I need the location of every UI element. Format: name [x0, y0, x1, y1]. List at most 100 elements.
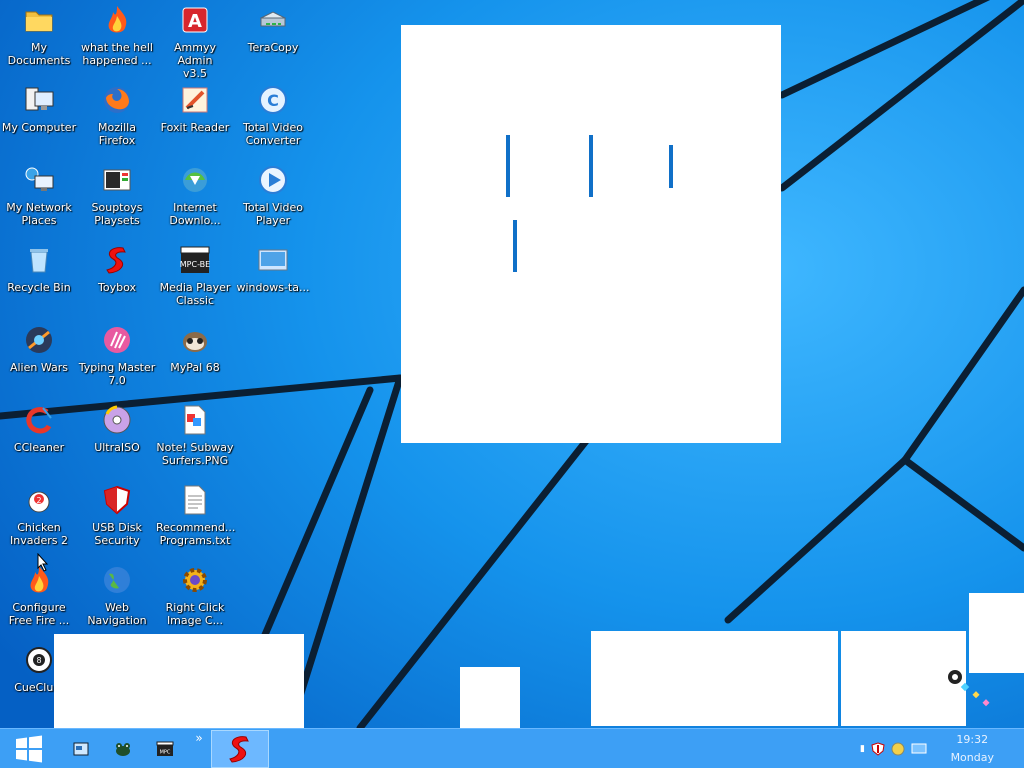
frog-icon [116, 743, 130, 756]
desktop-icon[interactable]: Souptoys Playsets [78, 162, 156, 238]
clock-time: 19:32 [956, 733, 989, 746]
taskbar-pinned-window[interactable] [66, 729, 96, 768]
desktop-icon[interactable]: UltraISO [78, 402, 156, 478]
desktop-icon[interactable]: windows-ta... [234, 242, 312, 318]
desktop-icon[interactable]: Recycle Bin [0, 242, 78, 318]
tray-shield-icon[interactable] [871, 742, 885, 756]
alien-wars-icon [23, 324, 55, 356]
chicken-icon: 2 [23, 484, 55, 516]
desktop-icon[interactable]: C Total Video Converter [234, 82, 312, 158]
desktop-icon-label: Alien Wars [9, 361, 69, 374]
foxit-icon [179, 84, 211, 116]
taskbar-clock[interactable]: 19:32 Monday [951, 731, 994, 767]
fire-icon [101, 4, 133, 36]
desktop-icon[interactable]: USB Disk Security [78, 482, 156, 558]
tray-expand-arrow-icon[interactable]: ▮ [860, 744, 865, 754]
desktop-icon[interactable]: Mozilla Firefox [78, 82, 156, 158]
desktop-icon[interactable]: Typing Master 7.0 [78, 322, 156, 398]
desktop-icon-label: Chicken Invaders 2 [10, 521, 68, 547]
desktop-icon-label: Configure Free Fire ... [8, 601, 70, 627]
ccleaner-icon [23, 404, 55, 436]
desktop-icon[interactable]: Total Video Player [234, 162, 312, 238]
desktop-icon-label: Souptoys Playsets [91, 201, 143, 227]
taskbar-pinned-frog[interactable] [108, 729, 138, 768]
mypal-icon [179, 324, 211, 356]
desktop-icon[interactable]: MPC-BE Media Player Classic [156, 242, 234, 318]
desktop-icon-label: CCleaner [13, 441, 65, 454]
desktop-icon-label: My Computer [1, 121, 77, 134]
desktop-icon[interactable]: Toybox [78, 242, 156, 318]
idm-icon [179, 164, 211, 196]
taskbar-pinned-mpc[interactable]: MPC [150, 729, 180, 768]
tray-monitor-icon[interactable] [911, 742, 927, 756]
network-icon [23, 164, 55, 196]
gear-icon [179, 564, 211, 596]
desktop-icon[interactable]: MyPal 68 [156, 322, 234, 398]
desktop-icon-label: windows-ta... [236, 281, 310, 294]
svg-text:MPC-BE: MPC-BE [180, 260, 210, 269]
svg-text:8: 8 [36, 656, 41, 665]
desktop-icon[interactable]: Internet Downlo... [156, 162, 234, 238]
video-converter-icon: C [257, 84, 289, 116]
desktop-icon[interactable]: Recommend... Programs.txt [156, 482, 236, 558]
desktop-icon[interactable]: A Ammyy Admin v3.5 [156, 2, 234, 80]
desktop-icon-label: USB Disk Security [92, 521, 142, 547]
desktop-icon-label: Recommend... Programs.txt [156, 521, 236, 547]
toybox-icon [101, 244, 133, 276]
desktop-icon-label: Media Player Classic [159, 281, 231, 307]
desktop-icon[interactable]: Configure Free Fire ... [0, 562, 78, 638]
computer-icon [23, 84, 55, 116]
desktop-icon-label: My Documents [7, 41, 71, 67]
desktop-icon[interactable]: 2 Chicken Invaders 2 [0, 482, 78, 558]
mouse-cursor-icon [37, 553, 49, 572]
desktop-icon[interactable]: CCleaner [0, 402, 78, 478]
teracopy-icon [257, 4, 289, 36]
tray-smiley-icon[interactable] [891, 742, 905, 756]
desktop-icon[interactable]: Note! Subway Surfers.PNG [156, 402, 234, 478]
desktop-icon[interactable]: Foxit Reader [156, 82, 234, 158]
desktop-icon[interactable]: what the hell happened ... [78, 2, 156, 78]
blank-panel [54, 634, 304, 728]
desktop-icon-label: Web Navigation [87, 601, 147, 627]
desktop-icon-label: My Network Places [6, 201, 72, 227]
firefox-icon [101, 84, 133, 116]
video-player-icon [257, 164, 289, 196]
folder-icon [23, 4, 55, 36]
blank-window[interactable] [401, 25, 781, 443]
globe-icon [101, 564, 133, 596]
desktop-icon[interactable]: My Network Places [0, 162, 78, 238]
blank-panel [460, 667, 520, 728]
svg-text:2: 2 [36, 496, 41, 505]
shield-icon [101, 484, 133, 516]
taskbar: MPC » ▮ 19:32 Monday [0, 728, 1024, 768]
desktop-icon-label: Typing Master 7.0 [78, 361, 156, 387]
start-button[interactable] [4, 729, 54, 768]
clock-day: Monday [950, 751, 994, 764]
loading-bar [513, 220, 517, 272]
cue-icon: 8 [23, 644, 55, 676]
desktop-icon[interactable]: My Documents [0, 2, 78, 78]
desktop-icon[interactable]: Web Navigation [78, 562, 156, 638]
desktop-icon[interactable]: My Computer [0, 82, 78, 158]
blank-panel [591, 631, 838, 726]
blank-panel [969, 593, 1024, 673]
desktop-icon-label: Recycle Bin [7, 281, 71, 294]
desktop-icon-label: Mozilla Firefox [98, 121, 136, 147]
desktop-icon-label: Right Click Image C... [165, 601, 225, 627]
svg-text:A: A [188, 11, 202, 32]
window-icon [73, 742, 89, 756]
desktop-icon[interactable]: TeraCopy [234, 2, 312, 78]
taskbar-overflow-chevron[interactable]: » [192, 729, 206, 768]
desktop-icon[interactable]: Right Click Image C... [156, 562, 234, 638]
svg-text:MPC: MPC [160, 750, 171, 756]
desktop-icon-label: Total Video Player [242, 201, 303, 227]
ammyy-icon: A [179, 4, 211, 36]
taskbar-active-app[interactable] [211, 730, 269, 768]
mpc-icon: MPC [156, 741, 174, 756]
toybox-icon [229, 736, 249, 763]
recycle-bin-icon [23, 244, 55, 276]
desktop-icon[interactable]: Alien Wars [0, 322, 78, 398]
svg-text:C: C [267, 91, 279, 110]
desktop-icon-label: what the hell happened ... [81, 41, 153, 67]
desktop-icon-label: Total Video Converter [242, 121, 303, 147]
